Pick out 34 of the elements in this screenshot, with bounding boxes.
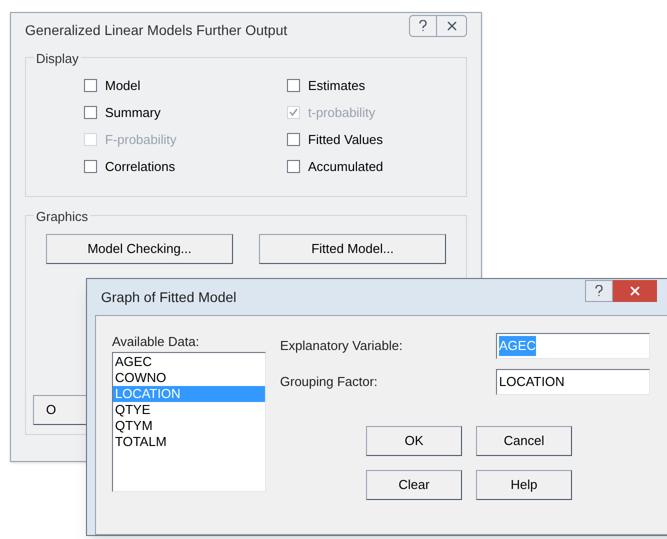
checkbox-label: F-probability <box>105 130 177 149</box>
checkbox-label: Fitted Values <box>308 130 383 149</box>
dialog-button[interactable]: Cancel <box>476 426 572 456</box>
checkbox-label: Accumulated <box>308 158 384 176</box>
dialog-button[interactable]: OK <box>366 426 462 456</box>
checkbox-label: Correlations <box>105 158 176 176</box>
field-label: Explanatory Variable: <box>280 337 403 356</box>
window-title: Generalized Linear Models Further Output <box>25 20 288 40</box>
dialog-button[interactable]: Help <box>476 470 572 500</box>
list-item[interactable]: AGEC <box>113 354 265 370</box>
list-item[interactable]: QTYM <box>113 418 265 434</box>
checkbox[interactable] <box>84 106 97 119</box>
list-item[interactable]: COWNO <box>113 370 265 386</box>
checkbox[interactable] <box>287 133 300 146</box>
field-label: Grouping Factor: <box>280 373 378 392</box>
list-label: Available Data: <box>112 333 200 351</box>
checkbox-label: Summary <box>105 104 161 122</box>
list-item[interactable]: QTYE <box>113 402 265 418</box>
graphics-button[interactable]: Model Checking... <box>46 234 233 264</box>
check-icon <box>289 108 298 117</box>
checkbox-label: t-probability <box>308 104 376 122</box>
window-title: Graph of Fitted Model <box>101 288 236 307</box>
dialog-button[interactable]: Clear <box>366 470 462 500</box>
checkbox[interactable] <box>287 160 300 173</box>
checkbox-label: Estimates <box>308 76 366 95</box>
list-item[interactable]: TOTALM <box>113 434 265 450</box>
checkbox[interactable] <box>84 160 97 173</box>
text-field[interactable]: LOCATION <box>496 369 650 395</box>
checkbox[interactable] <box>287 79 300 92</box>
checkbox[interactable] <box>84 79 97 92</box>
help-icon[interactable] <box>585 280 613 302</box>
graphics-button[interactable]: Fitted Model... <box>259 234 446 264</box>
close-icon[interactable] <box>613 280 657 302</box>
checkbox-label: Model <box>105 76 140 95</box>
